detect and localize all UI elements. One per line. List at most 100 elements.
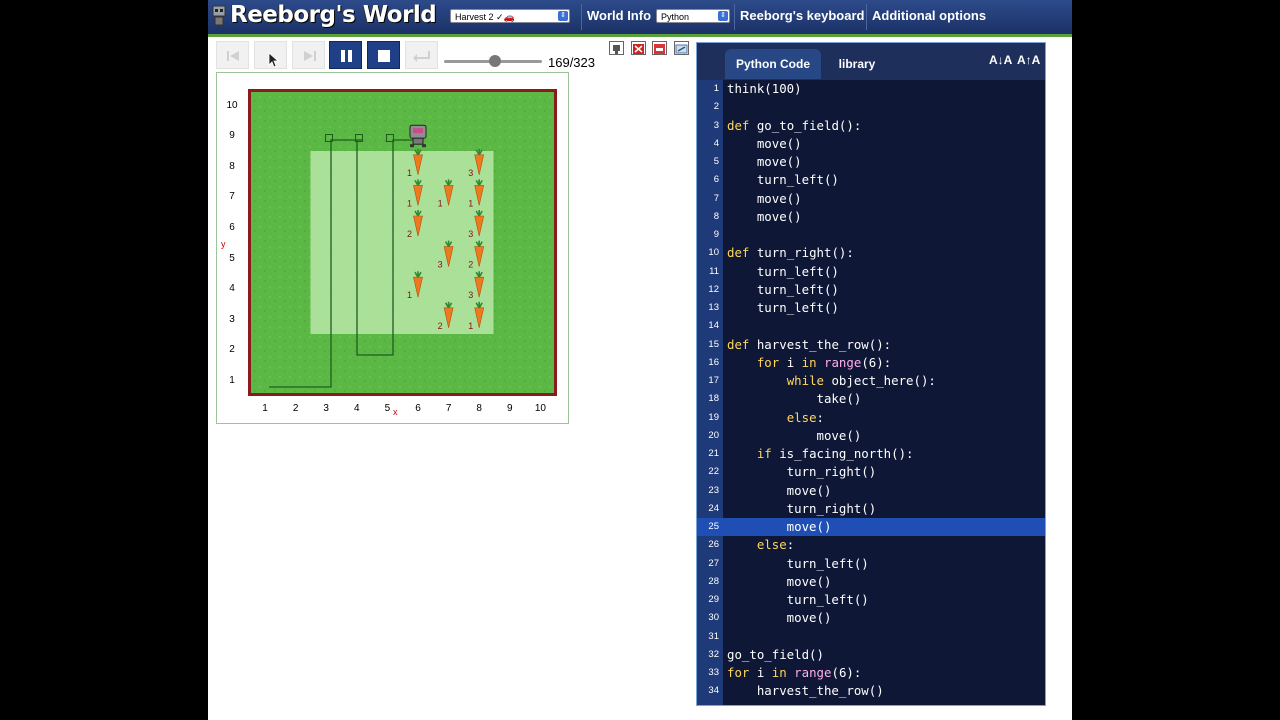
code-line[interactable]: 20 move() bbox=[697, 427, 1045, 445]
code-line[interactable]: 34 harvest_the_row() bbox=[697, 682, 1045, 700]
code-line[interactable]: 18 take() bbox=[697, 390, 1045, 408]
line-number: 34 bbox=[708, 685, 719, 697]
code-line[interactable]: 7 move() bbox=[697, 190, 1045, 208]
increase-font-button[interactable]: A↑A bbox=[1017, 53, 1040, 67]
code-line[interactable]: 32 go_to_field() bbox=[697, 646, 1045, 664]
tab-python-code[interactable]: Python Code bbox=[725, 49, 821, 79]
delete-robot-icon[interactable] bbox=[652, 41, 667, 55]
carrot-count: 2 bbox=[468, 260, 473, 270]
line-number: 6 bbox=[713, 174, 719, 186]
additional-options-link[interactable]: Additional options bbox=[872, 8, 986, 23]
line-number: 18 bbox=[708, 393, 719, 405]
line-number: 4 bbox=[713, 137, 719, 149]
line-number: 20 bbox=[708, 429, 719, 441]
code-line[interactable]: 26 else: bbox=[697, 536, 1045, 554]
code-line[interactable]: 23 move() bbox=[697, 482, 1045, 500]
carrot-count: 3 bbox=[468, 290, 473, 300]
line-number: 33 bbox=[708, 667, 719, 678]
code-text: while object_here(): bbox=[786, 373, 936, 388]
step-back-button[interactable] bbox=[254, 41, 287, 69]
line-number: 11 bbox=[709, 265, 719, 277]
code-panel: Python Code library A↓A A↑A 1 think(100) 2… bbox=[696, 42, 1046, 706]
carrot-count: 3 bbox=[468, 229, 473, 239]
code-line[interactable]: 4 move() bbox=[697, 135, 1045, 153]
decrease-font-button[interactable]: A↓A bbox=[989, 53, 1012, 67]
world-select-value: Harvest 2 ✓🚗 bbox=[455, 12, 515, 22]
carrot-count: 1 bbox=[407, 198, 412, 208]
line-number: 28 bbox=[708, 575, 719, 587]
app-window: Reeborg's World Harvest 2 ✓🚗 ⇕ World Inf… bbox=[208, 0, 1072, 720]
code-line[interactable]: 6 turn_left() bbox=[697, 171, 1045, 189]
code-line[interactable]: 31 bbox=[697, 628, 1045, 646]
world-info-link[interactable]: World Info bbox=[587, 8, 651, 23]
code-text: turn_left() bbox=[727, 172, 839, 188]
code-line[interactable]: 29 turn_left() bbox=[697, 591, 1045, 609]
code-line[interactable]: 27 turn_left() bbox=[697, 555, 1045, 573]
language-select[interactable]: Python ⇕ bbox=[656, 9, 730, 23]
top-menu-bar: Reeborg's World Harvest 2 ✓🚗 ⇕ World Inf… bbox=[208, 0, 1072, 37]
code-line[interactable]: 33 for i in range(6): bbox=[697, 664, 1045, 682]
line-number: 5 bbox=[713, 156, 719, 167]
code-text: turn_left() bbox=[727, 300, 839, 315]
line-number: 30 bbox=[708, 612, 719, 624]
reload-button[interactable] bbox=[216, 41, 249, 69]
code-line[interactable]: 16 for i in range(6): bbox=[697, 354, 1045, 372]
robot-info-icon[interactable] bbox=[609, 41, 624, 55]
world-view: 1311123321321 10 9 8 7 6 5 4 3 2 1 1 2 3 4 5 6 7 8 9 10 y … bbox=[216, 72, 569, 424]
code-line[interactable]: 8 move() bbox=[697, 208, 1045, 226]
code-line[interactable]: 30 move() bbox=[697, 609, 1045, 627]
chevron-down-icon: ⇕ bbox=[558, 11, 568, 21]
step-forward-button[interactable] bbox=[292, 41, 325, 69]
carrot-count: 3 bbox=[438, 260, 443, 270]
edit-world-icon[interactable] bbox=[674, 41, 689, 55]
editor-tabs: Python Code library A↓A A↑A bbox=[697, 43, 1045, 79]
code-line[interactable]: 9 bbox=[697, 226, 1045, 244]
tab-library[interactable]: library bbox=[827, 49, 887, 79]
code-editor[interactable]: 1 think(100) 2 3 def go_to_field(): 4 move() 5… bbox=[697, 80, 1045, 705]
code-line[interactable]: 12 turn_left() bbox=[697, 281, 1045, 299]
line-number: 22 bbox=[708, 466, 719, 478]
code-line[interactable]: 28 move() bbox=[697, 573, 1045, 591]
code-line[interactable]: 11 turn_left() bbox=[697, 263, 1045, 281]
code-line[interactable]: 25 move() bbox=[697, 518, 1045, 536]
line-number: 17 bbox=[708, 375, 719, 386]
code-text: move() bbox=[727, 573, 832, 589]
code-text: move() bbox=[727, 610, 832, 626]
y-tick-label: 5 bbox=[229, 252, 235, 264]
menu-divider bbox=[581, 4, 582, 30]
code-line[interactable]: 22 turn_right() bbox=[697, 463, 1045, 481]
code-text: for i in range(6): bbox=[756, 354, 892, 370]
line-number: 15 bbox=[708, 338, 719, 350]
world-select[interactable]: Harvest 2 ✓🚗 ⇕ bbox=[450, 9, 570, 23]
clear-world-icon[interactable] bbox=[631, 41, 646, 55]
code-line[interactable]: 24 turn_right() bbox=[697, 500, 1045, 518]
code-line[interactable]: 3 def go_to_field(): bbox=[697, 117, 1045, 135]
y-axis-letter: y bbox=[221, 239, 226, 249]
carrot-count: 1 bbox=[407, 290, 412, 300]
code-line[interactable]: 19 else: bbox=[697, 409, 1045, 427]
code-line[interactable]: 13 turn_left() bbox=[697, 299, 1045, 317]
pause-button[interactable] bbox=[329, 41, 362, 69]
carrot-count: 1 bbox=[468, 198, 473, 208]
code-text: def harvest_the_row(): bbox=[727, 336, 892, 352]
speed-slider-thumb[interactable] bbox=[488, 55, 501, 67]
carrot-count: 1 bbox=[407, 168, 412, 178]
x-tick-label: 8 bbox=[476, 403, 482, 414]
code-line[interactable]: 1 think(100) bbox=[697, 80, 1045, 98]
code-line[interactable]: 2 bbox=[697, 98, 1045, 116]
code-line[interactable]: 5 move() bbox=[697, 153, 1045, 171]
code-line[interactable]: 21 if is_facing_north(): bbox=[697, 445, 1045, 463]
stop-button[interactable] bbox=[367, 41, 400, 69]
code-line[interactable]: 15 def harvest_the_row(): bbox=[697, 336, 1045, 354]
line-number: 13 bbox=[708, 302, 719, 313]
code-line[interactable]: 14 bbox=[697, 317, 1045, 335]
keyboard-link[interactable]: Reeborg's keyboard bbox=[740, 8, 864, 23]
x-tick-label: 9 bbox=[507, 403, 513, 414]
return-button[interactable] bbox=[405, 41, 438, 69]
line-number: 9 bbox=[713, 229, 719, 240]
code-text: move() bbox=[727, 190, 802, 206]
x-axis-letter: x bbox=[393, 407, 398, 417]
code-text: move() bbox=[727, 154, 802, 169]
code-line[interactable]: 10 def turn_right(): bbox=[697, 244, 1045, 262]
code-line[interactable]: 17 while object_here(): bbox=[697, 372, 1045, 390]
